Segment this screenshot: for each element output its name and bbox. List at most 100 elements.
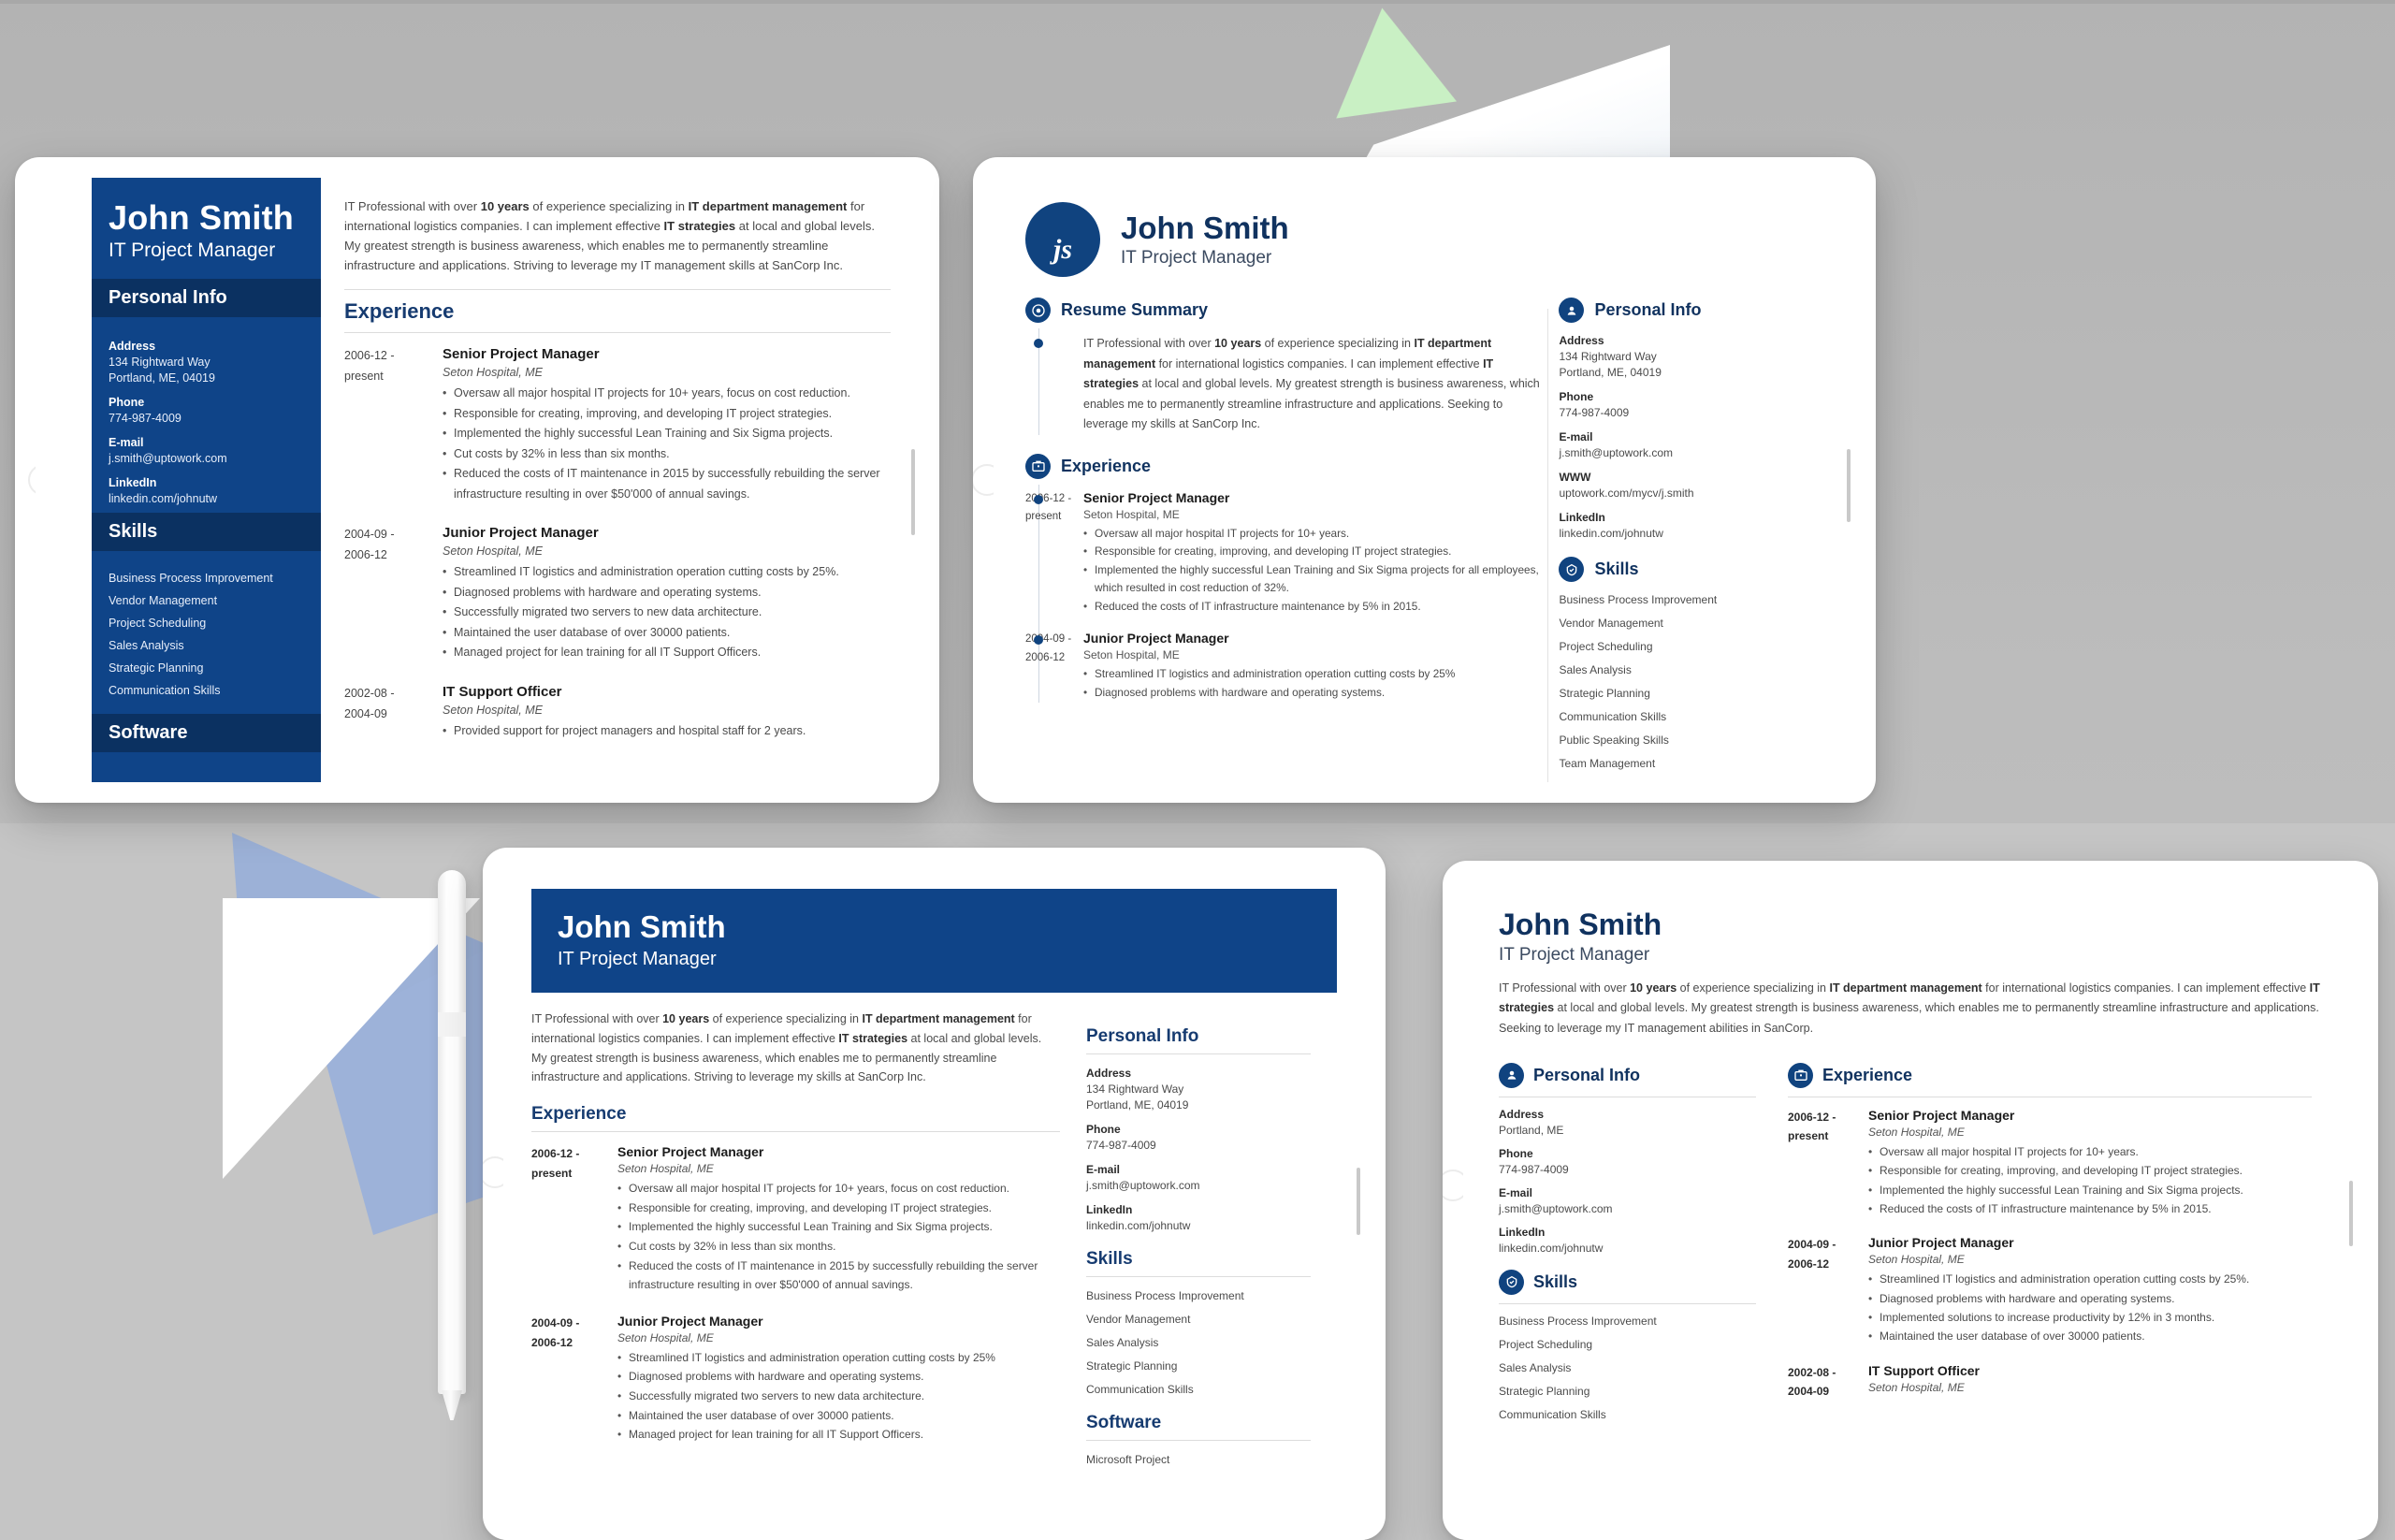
experience-title: Senior Project Manager — [1083, 489, 1230, 505]
experience-body: Junior Project Manager Seton Hospital, ME… — [1868, 1235, 2312, 1346]
resume-1-personal-info-heading: Personal Info — [92, 279, 321, 317]
user-icon — [1499, 1062, 1524, 1088]
label-linkedin: LinkedIn — [109, 476, 157, 489]
experience-dates: 2002-08 -2004-09 — [344, 686, 395, 720]
device-2-scrollbar[interactable] — [1847, 449, 1851, 522]
tablet-device-1: John Smith IT Project Manager Personal I… — [15, 157, 939, 803]
experience-company: Seton Hospital, ME — [617, 1330, 714, 1344]
resume-2-skills-list: Business Process Improvement Vendor Manag… — [1559, 593, 1823, 770]
experience-entry: 2004-09 -2006-12 Junior Project Manager Se… — [1788, 1235, 2312, 1346]
resume-1-experience-heading: Experience — [344, 289, 891, 334]
experience-bullet: Implemented the highly successful Lean T… — [617, 1217, 1060, 1237]
experience-entry: 2006-12 - present Senior Project Manager Se… — [531, 1144, 1060, 1295]
experience-dates: 2006-12 - present — [1025, 492, 1072, 523]
experience-title: Junior Project Manager — [1868, 1235, 2014, 1251]
label-phone: Phone — [1086, 1123, 1121, 1136]
resume-4-personal-info-heading-row: Personal Info — [1499, 1062, 1756, 1088]
experience-bullet: Oversaw all major hospital IT projects f… — [617, 1179, 1060, 1199]
resume-4-experience-title: Experience — [1822, 1065, 1913, 1084]
experience-entry: 2004-09 -2006-12 Junior Project Manager Se… — [1025, 631, 1540, 703]
experience-bullet: Provided support for project managers an… — [443, 721, 891, 742]
resume-4-personal-info-title: Personal Info — [1533, 1065, 1641, 1084]
experience-bullet: Successfully migrated two servers to new… — [443, 603, 891, 623]
experience-bullets: Streamlined IT logistics and administrat… — [1868, 1270, 2312, 1346]
device-1-scrollbar[interactable] — [911, 449, 915, 535]
skill-item: Sales Analysis — [1499, 1360, 1572, 1374]
resume-2-left-column: Resume Summary IT Professional with over… — [1025, 298, 1540, 782]
skill-item: Strategic Planning — [1086, 1359, 1178, 1373]
experience-dates: 2002-08 -2004-09 — [1788, 1365, 1836, 1399]
experience-title: Junior Project Manager — [443, 525, 599, 542]
experience-body: Junior Project Manager Seton Hospital, ME… — [617, 1314, 1060, 1445]
skill-item: Sales Analysis — [1559, 663, 1632, 676]
experience-bullets: Oversaw all major hospital IT projects f… — [1868, 1142, 2312, 1219]
experience-bullet: Reduced the costs of IT maintenance in 2… — [617, 1257, 1060, 1295]
label-address: Address — [109, 340, 156, 353]
value-email: j.smith@uptowork.com — [1559, 446, 1674, 459]
resume-2-experience-timeline: 2006-12 - present Senior Project Manager Se… — [1025, 484, 1540, 703]
experience-body: Junior Project Manager Seton Hospital, ME… — [443, 525, 891, 663]
device-3-scrollbar[interactable] — [1357, 1168, 1360, 1235]
experience-title: Senior Project Manager — [1868, 1107, 2015, 1123]
skill-item: Business Process Improvement — [1086, 1289, 1244, 1302]
resume-3-skills-heading: Skills — [1086, 1249, 1311, 1277]
experience-bullet: Streamlined IT logistics and administrat… — [443, 562, 891, 583]
label-address: Address — [1086, 1067, 1132, 1080]
experience-bullets: Oversaw all major hospital IT projects f… — [617, 1179, 1060, 1295]
label-phone: Phone — [109, 396, 145, 409]
skill-item: Communication Skills — [1559, 710, 1667, 723]
skill-item: Business Process Improvement — [1559, 593, 1718, 606]
resume-4-skills-title: Skills — [1533, 1271, 1578, 1291]
experience-bullet: Cut costs by 32% in less than six months… — [617, 1237, 1060, 1257]
experience-bullets: Streamlined IT logistics and administrat… — [617, 1348, 1060, 1445]
device-4-scrollbar[interactable] — [2349, 1181, 2353, 1246]
experience-company: Seton Hospital, ME — [443, 703, 543, 717]
experience-bullet: Streamlined IT logistics and administrat… — [1083, 665, 1540, 684]
value-linkedin: linkedin.com/johnutw — [109, 492, 218, 505]
label-phone: Phone — [1559, 390, 1594, 403]
resume-2-summary-title: Resume Summary — [1061, 300, 1209, 319]
device-4-screen: John Smith IT Project Manager IT Profess… — [1463, 881, 2358, 1540]
skill-item: Project Scheduling — [1559, 640, 1653, 653]
resume-2-experience-title: Experience — [1061, 456, 1152, 475]
experience-bullet: Managed project for lean training for al… — [617, 1425, 1060, 1445]
experience-bullets: Oversaw all major hospital IT projects f… — [443, 384, 891, 504]
label-email: E-mail — [109, 436, 144, 449]
experience-title: IT Support Officer — [443, 683, 562, 700]
experience-bullet: Implemented the highly successful Lean T… — [443, 424, 891, 444]
resume-3-left-column: IT Professional with over 10 years of ex… — [531, 1010, 1060, 1476]
experience-company: Seton Hospital, ME — [1868, 1253, 1965, 1267]
label-linkedin: LinkedIn — [1559, 511, 1605, 524]
experience-company: Seton Hospital, ME — [443, 366, 543, 380]
experience-bullet: Diagnosed problems with hardware and ope… — [1083, 684, 1540, 703]
experience-body: IT Support Officer Seton Hospital, ME — [1868, 1363, 2312, 1402]
experience-body: IT Support Officer Seton Hospital, ME Prov… — [443, 684, 891, 742]
resume-4-skills-list: Business Process Improvement Project Sche… — [1499, 1315, 1756, 1421]
experience-bullet: Responsible for creating, improving, and… — [1083, 543, 1540, 561]
skill-item: Strategic Planning — [109, 661, 204, 675]
value-www: uptowork.com/mycv/j.smith — [1559, 487, 1694, 500]
avatar: js — [1025, 202, 1100, 277]
experience-title: IT Support Officer — [1868, 1362, 1980, 1378]
value-address-short: Portland, ME — [1499, 1123, 1564, 1137]
label-www: WWW — [1559, 471, 1591, 484]
resume-1-summary: IT Professional with over 10 years of ex… — [344, 199, 876, 273]
resume-2-summary-text: IT Professional with over 10 years of ex… — [1083, 337, 1540, 430]
experience-body: Senior Project Manager Seton Hospital, ME… — [617, 1144, 1060, 1295]
experience-bullet: Maintained the user database of over 300… — [617, 1406, 1060, 1426]
resume-1-skills-heading: Skills — [92, 513, 321, 551]
experience-bullet: Diagnosed problems with hardware and ope… — [443, 583, 891, 603]
experience-title: Senior Project Manager — [617, 1144, 764, 1159]
resume-3-right-column: Personal Info Address 134 Rightward Way … — [1086, 1010, 1311, 1476]
skills-badge-icon — [1499, 1269, 1524, 1295]
resume-2-skills-heading-row: Skills — [1559, 557, 1823, 582]
skill-item: Strategic Planning — [1499, 1384, 1590, 1398]
experience-bullet: Managed project for lean training for al… — [443, 643, 891, 663]
resume-3-software-heading: Software — [1086, 1413, 1311, 1441]
resume-2-right-column: Personal Info Address 134 Rightward Way … — [1547, 298, 1823, 782]
skills-badge-icon — [1559, 557, 1585, 582]
tablet-device-2: js John Smith IT Project Manager Resume … — [973, 157, 1876, 803]
experience-bullet: Responsible for creating, improving, and… — [1868, 1161, 2312, 1181]
value-address-line1: 134 Rightward Way — [1559, 350, 1657, 363]
resume-1-software-heading: Software — [92, 714, 321, 752]
